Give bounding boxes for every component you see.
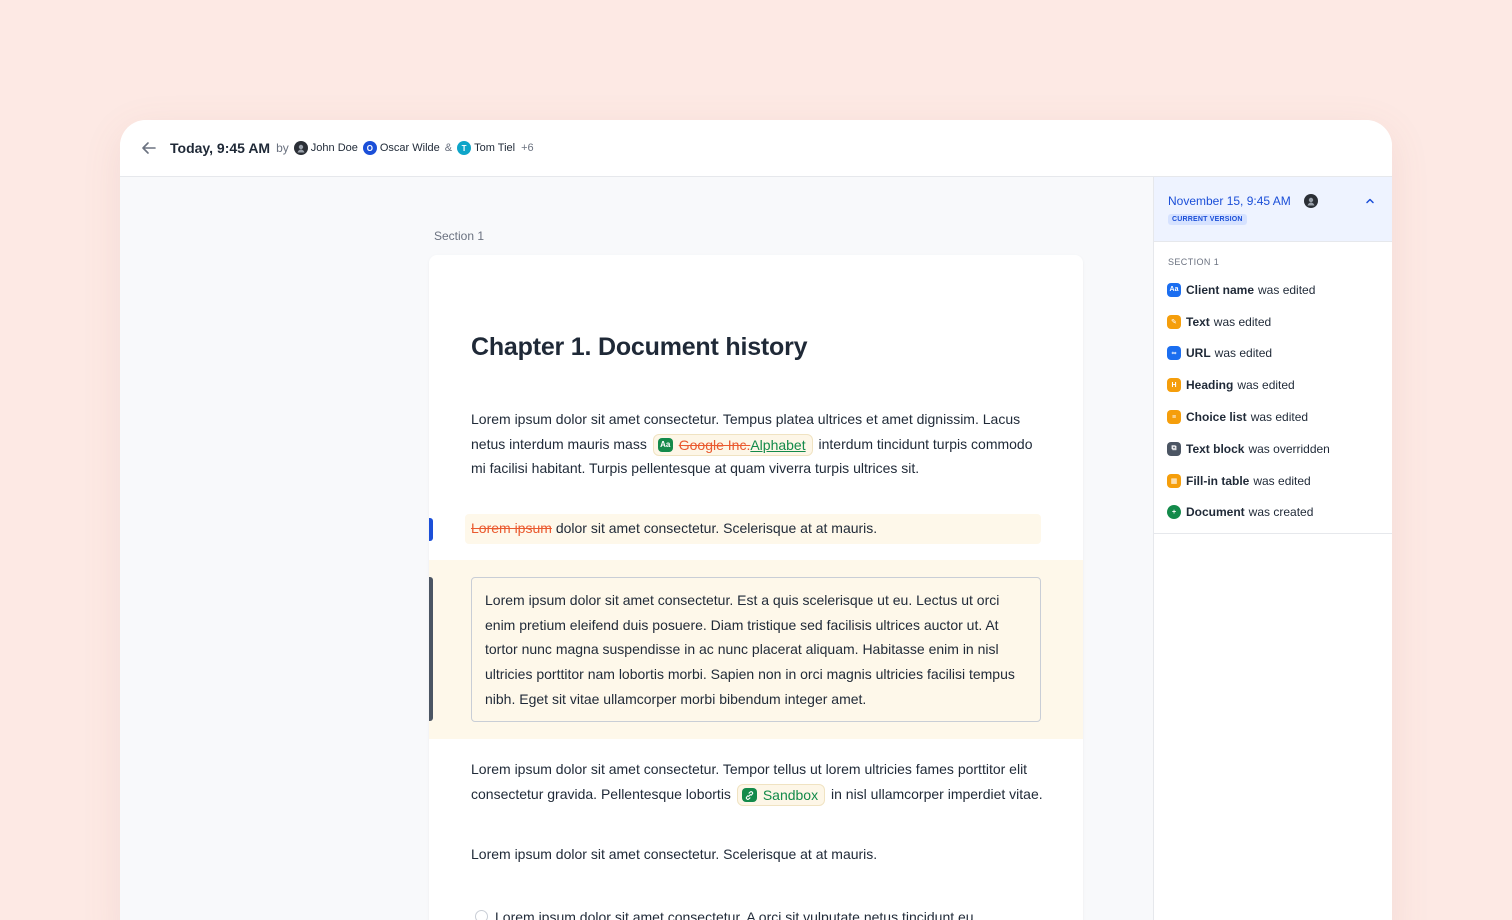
change-action: was edited (1237, 378, 1295, 393)
sandbox-link-chip[interactable]: Sandbox (736, 784, 826, 806)
change-item-heading[interactable]: H Heading was edited (1154, 369, 1392, 401)
change-item-text[interactable]: ✎ Text was edited (1154, 306, 1392, 338)
change-action: was edited (1214, 346, 1273, 361)
author-john-doe[interactable]: John Doe (293, 141, 358, 155)
link-icon (741, 788, 757, 802)
change-item-document[interactable]: + Document was created (1154, 497, 1392, 529)
pencil-icon: ✎ (1167, 314, 1181, 329)
change-action: was edited (1213, 314, 1272, 329)
link-text: Sandbox (762, 786, 819, 803)
author-name: John Doe (310, 142, 358, 154)
avatar: O (362, 141, 377, 155)
paragraph-3: Lorem ipsum dolor sit amet consectetur. … (471, 757, 1045, 806)
heading-icon: H (1167, 378, 1181, 393)
plus-circle-icon: + (1167, 505, 1181, 520)
change-list: Aa Client name was edited ✎ Text was edi… (1154, 274, 1392, 528)
back-arrow-icon[interactable] (140, 139, 158, 157)
change-target: Document (1186, 505, 1245, 520)
inserted-text: Alphabet (750, 436, 806, 453)
client-name-change-chip[interactable]: Aa Google Inc. Alphabet (652, 434, 813, 456)
change-item-fill-in-table[interactable]: ▦ Fill-in table was edited (1154, 465, 1392, 497)
change-target: Text (1186, 314, 1210, 329)
change-target: URL (1186, 346, 1211, 361)
change-action: was edited (1250, 410, 1309, 425)
document-area: Section 1 Chapter 1. Document history Lo… (120, 177, 1153, 920)
change-target: Choice list (1186, 410, 1247, 425)
document-page: Chapter 1. Document history Lorem ipsum … (429, 255, 1083, 920)
change-item-url[interactable]: ∞ URL was edited (1154, 338, 1392, 370)
current-version-badge: CURRENT VERSION (1168, 214, 1247, 225)
change-target: Client name (1186, 282, 1255, 297)
link-icon: ∞ (1167, 346, 1181, 361)
paragraph-4: Lorem ipsum dolor sit amet consectetur. … (471, 846, 878, 862)
side-section-label: SECTION 1 (1168, 257, 1220, 267)
change-item-client-name[interactable]: Aa Client name was edited (1154, 274, 1392, 306)
text-format-icon: Aa (657, 438, 673, 452)
ampersand: & (444, 142, 453, 154)
author-tom-tiel[interactable]: T Tom Tiel (457, 141, 515, 155)
choice-list-icon: ≡ (1167, 410, 1181, 425)
table-icon: ▦ (1167, 473, 1181, 488)
change-item-choice-list[interactable]: ≡ Choice list was edited (1154, 401, 1392, 433)
choice-list-item: Lorem ipsum dolor sit amet consectetur. … (471, 905, 1045, 920)
choice-text: Lorem ipsum dolor sit amet consectetur. … (495, 909, 974, 920)
paragraph-text: dolor sit amet consectetur. Scelerisque … (555, 520, 878, 536)
top-bar: Today, 9:45 AM by John Doe O Oscar Wilde… (120, 120, 1392, 177)
version-date: November 15, 9:45 AM (1168, 194, 1291, 208)
change-action: was overridden (1248, 441, 1330, 456)
text-block[interactable]: Lorem ipsum dolor sit amet consectetur. … (471, 577, 1041, 722)
body-area: Section 1 Chapter 1. Document history Lo… (120, 177, 1392, 920)
change-marker (429, 518, 433, 541)
change-target: Text block (1186, 441, 1245, 456)
change-action: was edited (1253, 473, 1311, 488)
change-action: was edited (1258, 282, 1316, 297)
change-item-text-block[interactable]: ⧉ Text block was overridden (1154, 433, 1392, 465)
document-heading: Chapter 1. Document history (471, 333, 808, 361)
chevron-up-icon[interactable] (1363, 194, 1377, 208)
deleted-text: Lorem ipsum (471, 520, 552, 536)
avatar (293, 141, 308, 155)
change-target: Heading (1186, 378, 1234, 393)
version-title: Today, 9:45 AM (170, 140, 271, 156)
by-label: by (276, 141, 289, 155)
text-format-icon: Aa (1167, 282, 1181, 297)
avatar: T (457, 141, 472, 155)
paragraph-1: Lorem ipsum dolor sit amet consectetur. … (471, 407, 1045, 481)
avatar (1304, 194, 1318, 208)
app-window: Today, 9:45 AM by John Doe O Oscar Wilde… (120, 120, 1392, 920)
author-name: Tom Tiel (474, 142, 516, 154)
deleted-text: Google Inc. (678, 436, 751, 453)
radio-button[interactable] (475, 910, 488, 920)
more-authors-count[interactable]: +6 (521, 142, 534, 154)
change-action: was created (1248, 505, 1314, 520)
override-marker (429, 577, 433, 721)
version-history-panel: November 15, 9:45 AM CURRENT VERSION SEC… (1153, 177, 1392, 920)
override-icon: ⧉ (1167, 441, 1181, 456)
paragraph-text: in nisl ullamcorper imperdiet vitae. (831, 785, 1043, 802)
section-label: Section 1 (434, 229, 485, 243)
change-target: Fill-in table (1186, 473, 1250, 488)
author-name: Oscar Wilde (379, 142, 440, 154)
author-oscar-wilde[interactable]: O Oscar Wilde (362, 141, 440, 155)
divider (1154, 533, 1392, 534)
paragraph-2: Lorem ipsum dolor sit amet consectetur. … (471, 516, 1045, 541)
current-version-header[interactable]: November 15, 9:45 AM CURRENT VERSION (1154, 177, 1392, 242)
